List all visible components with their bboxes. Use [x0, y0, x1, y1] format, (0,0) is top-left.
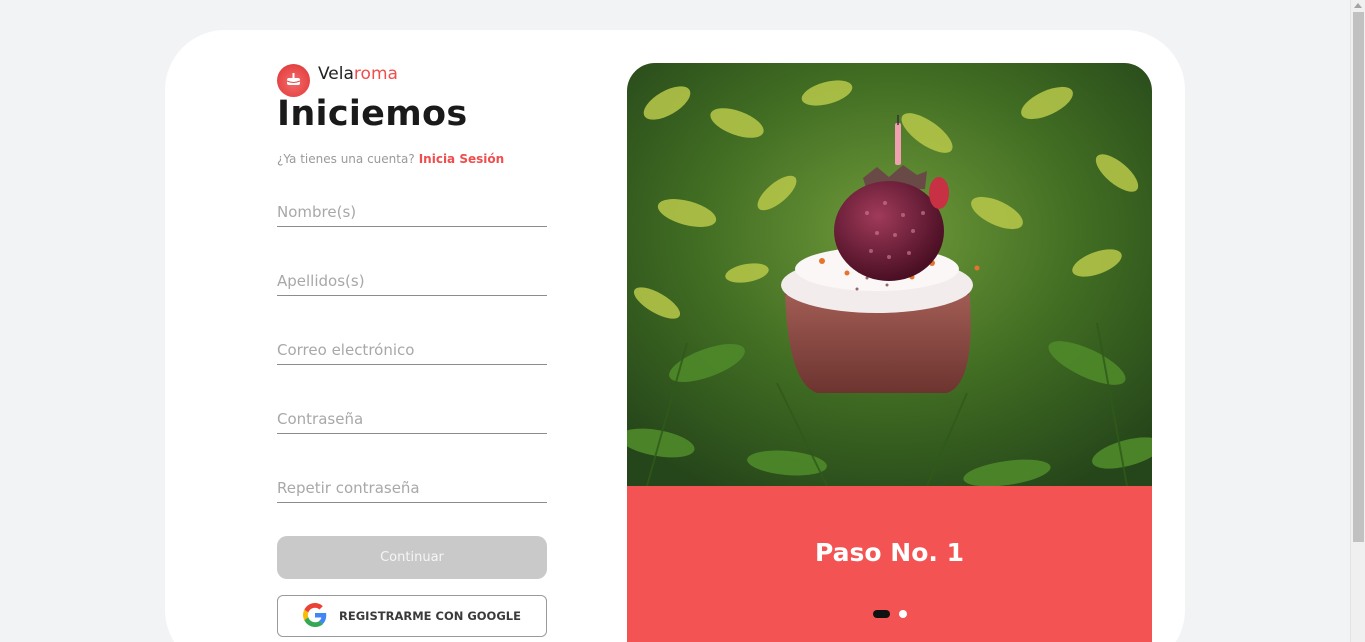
have-account-text: ¿Ya tienes una cuenta?	[277, 152, 415, 166]
onboarding-carousel: Paso No. 1	[627, 63, 1152, 642]
brand-name-part2: roma	[353, 63, 398, 84]
page-title: Iniciemos	[277, 94, 468, 134]
scroll-thumb[interactable]	[1353, 12, 1364, 542]
google-icon	[303, 602, 327, 630]
password-field[interactable]	[277, 404, 547, 434]
first-name-field[interactable]	[277, 197, 547, 227]
brand-name-part1: Vela	[318, 63, 354, 84]
last-name-field[interactable]	[277, 266, 547, 296]
step-panel: Paso No. 1	[627, 486, 1152, 642]
brand[interactable]: Velaroma	[277, 62, 398, 97]
email-field[interactable]	[277, 335, 547, 365]
continue-button[interactable]: Continuar	[277, 536, 547, 579]
page-scrollbar[interactable]	[1350, 0, 1365, 642]
carousel-dot[interactable]	[899, 610, 907, 618]
brand-name: Velaroma	[318, 64, 398, 84]
scroll-up-arrow-icon[interactable]	[1354, 3, 1362, 8]
step-title: Paso No. 1	[815, 538, 964, 567]
login-link[interactable]: Inicia Sesión	[419, 152, 504, 166]
carousel-dot-active[interactable]	[873, 610, 890, 618]
login-prompt: ¿Ya tienes una cuenta? Inicia Sesión	[277, 152, 504, 166]
repeat-password-field[interactable]	[277, 473, 547, 503]
candle-logo-icon	[277, 64, 310, 97]
google-signup-button[interactable]: REGISTRARME CON GOOGLE	[277, 595, 547, 637]
google-button-label: REGISTRARME CON GOOGLE	[339, 609, 521, 623]
carousel-indicators	[873, 610, 907, 618]
strawberry-cupcake-candle-photo	[627, 63, 1152, 486]
